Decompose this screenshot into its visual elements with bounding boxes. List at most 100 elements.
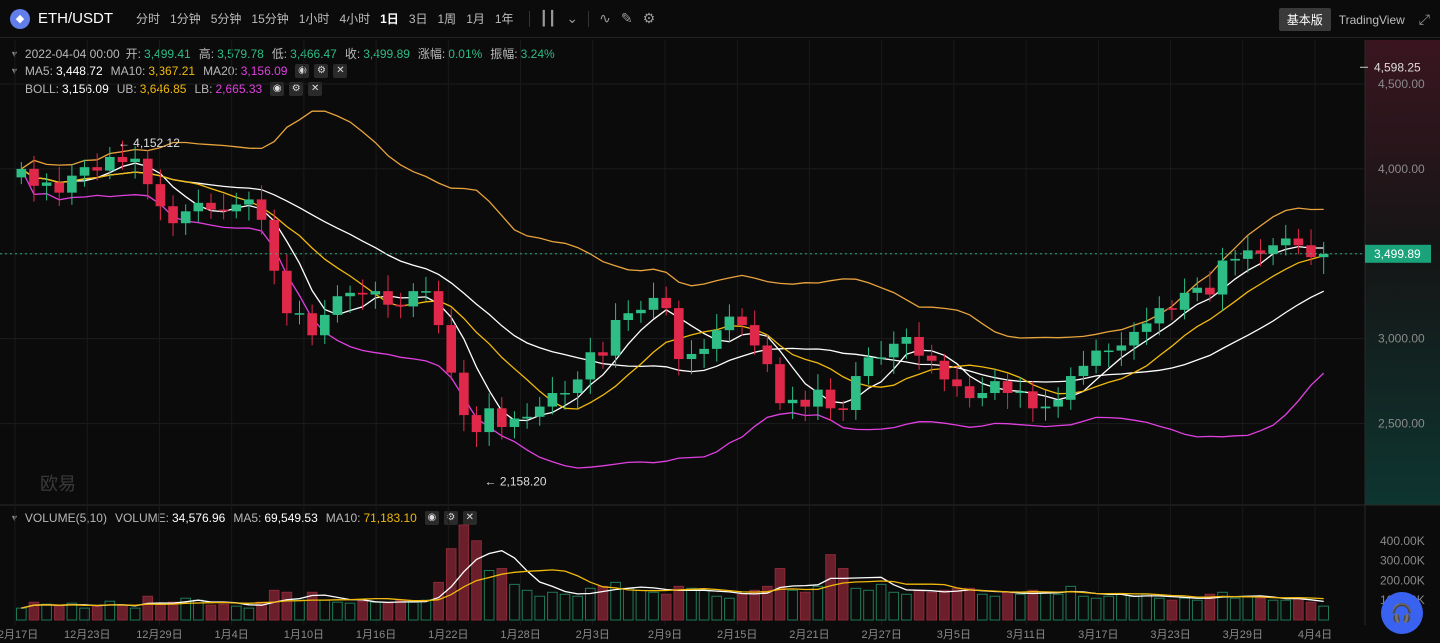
volume-bar: [16, 607, 27, 621]
volume-bar: [205, 604, 217, 621]
close-value: 3,499.89: [363, 46, 410, 61]
change-value: 0.01%: [448, 46, 483, 61]
x-axis-label: 3月11日: [1006, 629, 1046, 641]
interval-10[interactable]: 1年: [490, 10, 519, 27]
ma-info: ▼ MA5: 3,448.72 MA10: 3,367.21 MA20: 3,156.…: [10, 64, 352, 78]
close-icon[interactable]: ✕: [308, 82, 323, 96]
volume-bar: [597, 585, 609, 621]
candle-body: [825, 389, 836, 409]
candle-body: [749, 325, 760, 346]
candle-body: [1217, 260, 1228, 295]
basic-version-button[interactable]: 基本版: [1278, 8, 1331, 31]
candle-body: [282, 270, 292, 314]
gear-icon[interactable]: ⚙: [289, 82, 304, 96]
x-axis-label: 2月15日: [717, 629, 757, 641]
candle-type-icon[interactable]: ┃┃: [540, 10, 557, 27]
indicator-icon[interactable]: ∿: [599, 10, 611, 27]
ma20-label: MA20:: [203, 64, 238, 78]
interval-2[interactable]: 5分钟: [206, 10, 247, 27]
candle-body: [1268, 245, 1278, 254]
candle-body: [724, 316, 735, 331]
close-icon[interactable]: ✕: [462, 511, 477, 525]
caret-down-icon[interactable]: ▼: [10, 49, 19, 59]
x-axis-label: 12月29日: [136, 629, 182, 641]
volume-tick-label: 200.00K: [1380, 573, 1425, 587]
volume-bar: [458, 524, 470, 621]
amplitude-label: 振幅:: [490, 47, 518, 61]
volume-bar: [1090, 597, 1102, 621]
interval-4[interactable]: 1小时: [294, 10, 335, 27]
high-value: 3,579.78: [217, 46, 264, 61]
candle-body: [699, 348, 709, 354]
interval-3[interactable]: 15分钟: [246, 10, 293, 27]
x-axis-label: 3月29日: [1223, 629, 1263, 641]
eye-icon[interactable]: ◉: [424, 511, 439, 525]
ma5-label: MA5:: [24, 64, 53, 78]
interval-6[interactable]: 1日: [375, 10, 404, 27]
volume-bar: [1204, 593, 1216, 621]
candle-body: [92, 167, 102, 171]
top-toolbar: ◆ ETH/USDT 分时 1分钟 5分钟 15分钟 1小时 4小时 1日 3日 1周 1月 1年 …: [0, 0, 1440, 38]
lb-label: LB:: [194, 82, 213, 96]
volume-bar: [230, 605, 242, 621]
candle-body: [105, 156, 115, 171]
fullscreen-icon[interactable]: ⤢: [1419, 11, 1430, 28]
x-axis-label: 4月4日: [1298, 629, 1332, 641]
volume-bar: [1255, 597, 1266, 621]
support-headset-icon[interactable]: 🎧: [1381, 592, 1423, 634]
symbol-title[interactable]: ETH/USDT: [38, 10, 113, 27]
volume-bar: [1040, 591, 1051, 621]
volume-bar: [875, 583, 887, 621]
boll-upper-line: [20, 110, 1324, 339]
volume-bar: [939, 589, 950, 621]
candle-body: [459, 372, 469, 416]
volume-ma5-line: [21, 550, 1324, 609]
volume-bar: [1103, 595, 1115, 621]
candle-body: [1306, 245, 1316, 258]
volume-bar: [155, 603, 166, 621]
volume-bar: [306, 591, 318, 621]
price-chart[interactable]: 4,500.00 4,000.00 3,500.00 3,000.00 2,500.00…: [0, 0, 1440, 643]
volume-bar: [635, 589, 647, 621]
settings-gear-icon[interactable]: ⚙: [643, 10, 656, 27]
amplitude-value: 3.24%: [520, 46, 555, 61]
interval-0[interactable]: 分时: [131, 10, 165, 27]
volume-bar: [989, 595, 1001, 621]
eye-icon[interactable]: ◉: [270, 82, 285, 96]
interval-7[interactable]: 3日: [404, 10, 433, 27]
candle-body: [838, 408, 849, 410]
interval-5[interactable]: 4小时: [334, 10, 375, 27]
eye-icon[interactable]: ◉: [295, 64, 310, 78]
chevron-down-icon[interactable]: ⌄: [566, 10, 578, 27]
interval-9[interactable]: 1月: [461, 10, 490, 27]
volume-bar: [180, 597, 192, 621]
candle-body: [307, 313, 317, 336]
tradingview-button[interactable]: TradingView: [1339, 13, 1405, 27]
close-icon[interactable]: ✕: [333, 64, 348, 78]
candle-body: [977, 393, 988, 399]
candle-body: [1028, 391, 1038, 409]
interval-1[interactable]: 1分钟: [165, 10, 206, 27]
min-price-annotation: ← 2,158.20: [485, 475, 547, 489]
volume-bar: [1052, 593, 1064, 621]
caret-down-icon[interactable]: ▼: [10, 513, 19, 523]
candle-body: [41, 182, 52, 186]
volume-ma10-line: [21, 569, 1324, 609]
candle-body: [218, 209, 229, 212]
boll-mid-line: [20, 168, 1324, 383]
interval-8[interactable]: 1周: [433, 10, 462, 27]
candle-body: [29, 168, 39, 186]
candle-body: [964, 386, 975, 399]
candle-body: [1230, 258, 1240, 261]
candle-body: [1243, 250, 1253, 259]
caret-down-icon[interactable]: ▼: [10, 66, 19, 76]
volume-info: ▼ VOLUME(5,10) VOLUME: 34,576.96 MA5: 69,5…: [10, 511, 482, 525]
volume-bar: [395, 599, 406, 621]
candle-body: [623, 313, 634, 320]
gear-icon[interactable]: ⚙: [314, 64, 329, 78]
draw-tool-icon[interactable]: ✎: [621, 10, 633, 27]
x-axis-label: 2月27日: [861, 629, 901, 641]
gear-icon[interactable]: ⚙: [443, 511, 458, 525]
volume-bar: [1166, 599, 1178, 621]
volume-tick-label: 300.00K: [1380, 554, 1425, 568]
